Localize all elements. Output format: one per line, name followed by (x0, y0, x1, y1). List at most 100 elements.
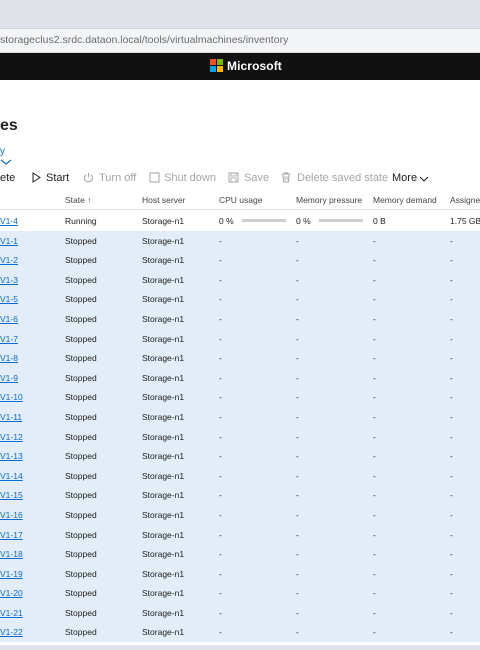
vm-name-link[interactable]: V1-18 (0, 549, 23, 559)
vm-name-link[interactable]: V1-16 (0, 510, 23, 520)
vm-name-link[interactable]: V1-8 (0, 353, 18, 363)
vm-name-link[interactable]: V1-13 (0, 451, 23, 461)
vm-cpu-usage: - (219, 235, 222, 246)
table-row[interactable]: V1-12 Stopped Storage-n1 - - - - (0, 426, 480, 447)
address-bar[interactable]: storageclus2.srdc.dataon.local/tools/vir… (0, 29, 480, 53)
vm-state: Stopped (65, 490, 97, 501)
summary-link[interactable]: y (0, 146, 5, 157)
vm-host: Storage-n1 (142, 529, 185, 540)
table-row[interactable]: V1-8 Stopped Storage-n1 - - - - (0, 348, 480, 368)
vm-state: Stopped (65, 627, 97, 638)
vm-cpu-usage: - (219, 333, 222, 344)
vm-assigned-memory: - (450, 333, 453, 344)
vm-assigned-memory: - (450, 451, 453, 462)
table-row[interactable]: V1-6 Stopped Storage-n1 - - - - (0, 308, 480, 329)
vm-name-link[interactable]: V1-5 (0, 294, 18, 304)
address-url[interactable]: storageclus2.srdc.dataon.local/tools/vir… (0, 34, 288, 46)
column-header-assigned[interactable]: Assigned (450, 195, 480, 205)
vm-memory-pressure: - (296, 372, 299, 383)
vm-name-link[interactable]: V1-22 (0, 627, 23, 637)
vm-assigned-memory: - (450, 294, 453, 305)
chevron-down-icon[interactable] (0, 158, 12, 166)
table-row[interactable]: V1-2 Stopped Storage-n1 - - - - (0, 250, 480, 270)
table-row[interactable]: V1-22 Stopped Storage-n1 - - - - (0, 622, 480, 643)
vm-name-link[interactable]: V1-4 (0, 216, 18, 226)
table-row[interactable]: V1-15 Stopped Storage-n1 - - - - (0, 485, 480, 505)
vm-name-link[interactable]: V1-9 (0, 373, 18, 383)
vm-name-link[interactable]: V1-14 (0, 471, 23, 481)
vm-memory-demand: 0 B (373, 216, 386, 226)
vm-memory-demand: - (373, 372, 376, 383)
vm-host: Storage-n1 (142, 255, 185, 266)
stop-square-icon (149, 172, 160, 183)
delete-button[interactable]: ete (0, 171, 20, 187)
save-button[interactable]: Save (228, 171, 269, 187)
shut-down-button[interactable]: Shut down (149, 171, 216, 187)
table-row[interactable]: V1-17 Stopped Storage-n1 - - - - (0, 524, 480, 545)
vm-memory-pressure: - (296, 313, 299, 324)
vm-memory-demand: - (373, 392, 376, 403)
vm-memory-demand: - (373, 588, 376, 599)
play-icon (32, 172, 41, 183)
vm-state: Stopped (65, 411, 97, 422)
vm-memory-demand: - (373, 235, 376, 246)
table-row[interactable]: V1-11 Stopped Storage-n1 - - - - (0, 406, 480, 427)
vm-assigned-memory: - (450, 588, 453, 599)
turn-off-button[interactable]: Turn off (83, 171, 138, 187)
vm-memory-pressure: - (296, 490, 299, 501)
vm-memory-demand: - (373, 509, 376, 520)
table-row[interactable]: V1-7 Stopped Storage-n1 - - - - (0, 328, 480, 349)
more-button[interactable]: More (392, 171, 438, 187)
vm-name-link[interactable]: V1-19 (0, 569, 23, 579)
table-row[interactable]: V1-9 Stopped Storage-n1 - - - - (0, 367, 480, 388)
column-header-memory-demand[interactable]: Memory demand (373, 195, 437, 205)
column-header-host[interactable]: Host server (142, 195, 185, 205)
vm-assigned-memory: - (450, 490, 453, 501)
vm-memory-pressure: - (296, 627, 299, 638)
table-row[interactable]: V1-20 Stopped Storage-n1 - - - - (0, 583, 480, 603)
table-row[interactable]: V1-1 Stopped Storage-n1 - - - - (0, 230, 480, 251)
vm-cpu-usage: - (219, 294, 222, 305)
vm-name-link[interactable]: V1-6 (0, 314, 18, 324)
table-row[interactable]: V1-3 Stopped Storage-n1 - - - - (0, 269, 480, 290)
vm-name-link[interactable]: V1-12 (0, 432, 23, 442)
vm-name-link[interactable]: V1-21 (0, 608, 23, 618)
start-button[interactable]: Start (31, 171, 71, 187)
vm-name-link[interactable]: V1-2 (0, 255, 18, 265)
power-icon (84, 172, 93, 183)
vm-name-link[interactable]: V1-20 (0, 588, 23, 598)
vm-memory-demand: - (373, 333, 376, 344)
table-row[interactable]: V1-21 Stopped Storage-n1 - - - - (0, 602, 480, 623)
table-row[interactable]: V1-4 Running Storage-n1 0 % 0 % 0 B 1.75 GB (0, 211, 480, 231)
table-row[interactable]: V1-16 Stopped Storage-n1 - - - - (0, 504, 480, 525)
vm-cpu-usage: - (219, 431, 222, 442)
vm-assigned-memory: - (450, 509, 453, 520)
vm-name-link[interactable]: V1-3 (0, 275, 18, 285)
vm-memory-demand: - (373, 411, 376, 422)
table-row[interactable]: V1-18 Stopped Storage-n1 - - - - (0, 544, 480, 564)
vm-name-link[interactable]: V1-17 (0, 530, 23, 540)
column-header-cpu[interactable]: CPU usage (219, 195, 262, 205)
table-row[interactable]: V1-10 Stopped Storage-n1 - - - - (0, 387, 480, 407)
vm-assigned-memory: - (450, 411, 453, 422)
delete-saved-state-button[interactable]: Delete saved state (281, 171, 388, 187)
vm-name-link[interactable]: V1-7 (0, 334, 18, 344)
vm-name-link[interactable]: V1-11 (0, 412, 22, 422)
vm-cpu-usage: - (219, 588, 222, 599)
vm-name-link[interactable]: V1-10 (0, 392, 23, 402)
column-header-state[interactable]: State ↑ (65, 195, 91, 205)
vm-memory-demand: - (373, 607, 376, 618)
vm-name-link[interactable]: V1-1 (0, 236, 18, 246)
vm-memory-pressure: - (296, 353, 299, 364)
vm-memory-demand: - (373, 490, 376, 501)
table-row[interactable]: V1-13 Stopped Storage-n1 - - - - (0, 446, 480, 466)
vm-assigned-memory: - (450, 313, 453, 324)
vm-memory-pressure: - (296, 588, 299, 599)
table-row[interactable]: V1-14 Stopped Storage-n1 - - - - (0, 465, 480, 486)
vm-memory-pressure: - (296, 392, 299, 403)
column-header-memory-pressure[interactable]: Memory pressure (296, 195, 362, 205)
table-row[interactable]: V1-5 Stopped Storage-n1 - - - - (0, 289, 480, 309)
vm-name-link[interactable]: V1-15 (0, 490, 23, 500)
vm-cpu-usage: - (219, 274, 222, 285)
table-row[interactable]: V1-19 Stopped Storage-n1 - - - - (0, 563, 480, 584)
